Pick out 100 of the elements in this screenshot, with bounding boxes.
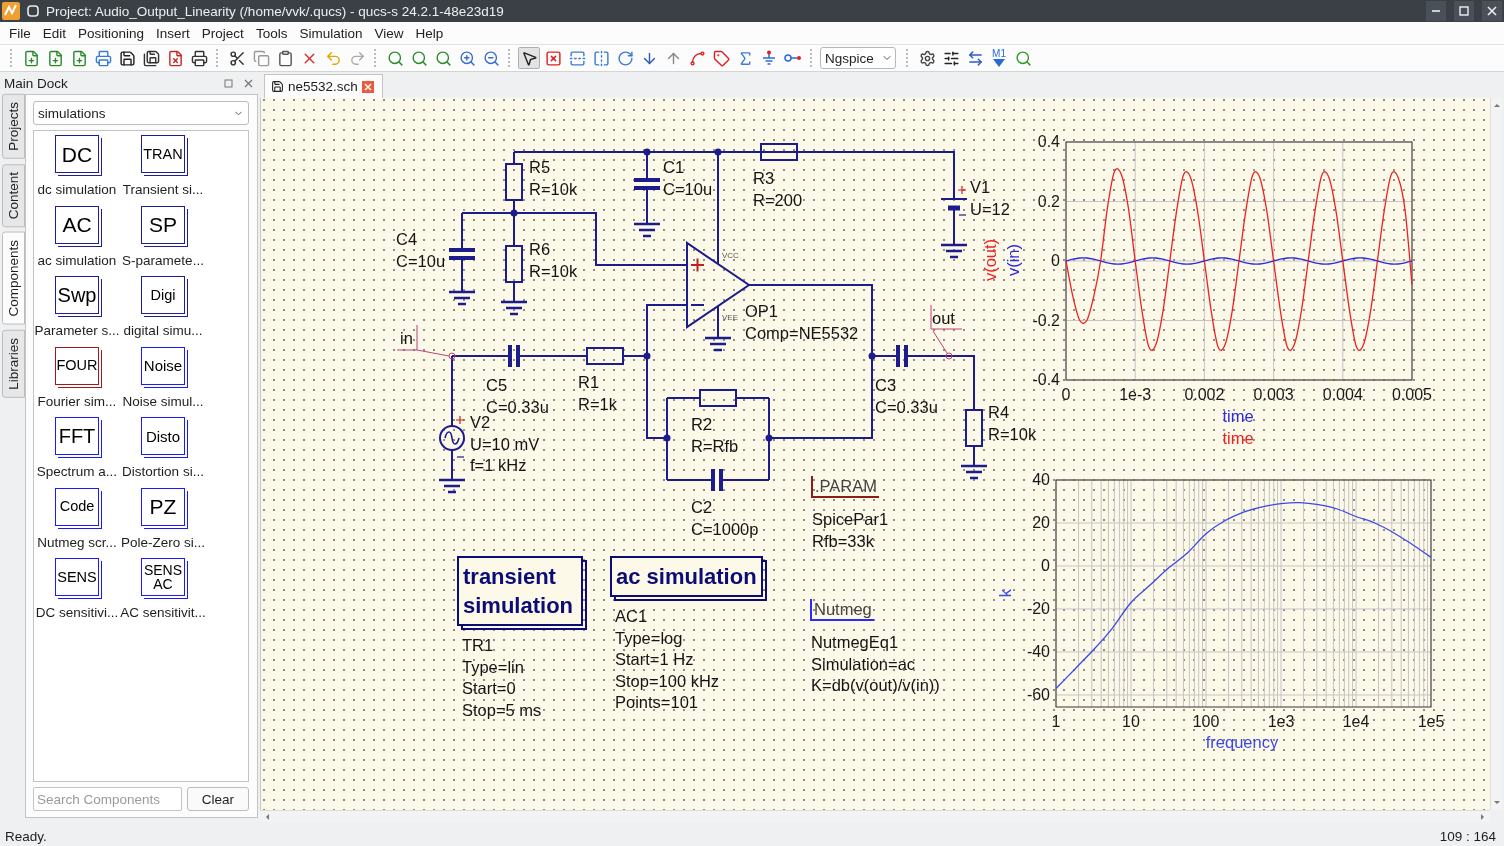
component-icon[interactable]: TRAN <box>141 135 185 173</box>
component-name: R3 <box>753 168 776 189</box>
axis-tick-label: -40 <box>1026 642 1050 660</box>
clear-button[interactable]: Clear <box>187 787 249 811</box>
pointer-button[interactable] <box>518 47 540 69</box>
component-value: U=10 mV <box>470 433 540 455</box>
simulation-parameter: Points=101 <box>615 692 700 713</box>
flip-horizontal-icon <box>592 49 610 67</box>
horizontal-scrollbar[interactable] <box>260 810 1490 822</box>
menu-item[interactable]: Project <box>195 25 250 41</box>
component-caption: Nutmeg scr... <box>37 534 117 550</box>
series-name: k <box>996 588 1014 598</box>
component-value: C=0.33u <box>486 396 549 416</box>
marker-button[interactable]: M1 <box>988 47 1010 69</box>
component-caption: Fourier sim... <box>37 393 117 409</box>
menu-item[interactable]: View <box>368 25 410 41</box>
directive-title: .PARAM <box>811 476 880 498</box>
component-icon[interactable]: SENS <box>55 558 99 596</box>
component-caption: Spectrum a... <box>36 464 118 479</box>
printer-icon <box>94 49 112 67</box>
simulation-parameter: AC1 <box>615 606 649 627</box>
printer-icon <box>190 49 208 67</box>
wire-icon <box>688 49 706 67</box>
simulation-parameter: Type=log <box>615 627 684 649</box>
schematic-canvas[interactable] <box>260 98 1490 810</box>
axis-tick-label: 0.4 <box>1037 133 1060 150</box>
component-name: R2 <box>691 414 714 435</box>
menu-item[interactable]: Edit <box>36 25 73 41</box>
component-name: C3 <box>875 375 898 396</box>
menu-item[interactable]: Help <box>409 25 450 41</box>
menu-item[interactable]: File <box>3 25 37 41</box>
axis-tick-label: 10 <box>1122 713 1140 730</box>
component-icon[interactable]: PZ <box>141 487 185 526</box>
close-button[interactable] <box>1482 1 1502 21</box>
menu-item[interactable]: Positioning <box>72 25 151 41</box>
axis-label: time <box>1222 407 1254 425</box>
maximize-icon <box>1459 6 1469 16</box>
menu-item[interactable]: Insert <box>150 25 196 41</box>
pin-icon[interactable] <box>26 4 40 18</box>
copy-icon <box>252 49 270 67</box>
component-icon[interactable]: Noise <box>141 346 185 385</box>
tag-icon <box>712 49 730 67</box>
component-icon[interactable]: AC <box>55 205 99 244</box>
dock-tab[interactable]: Content <box>2 163 25 228</box>
component-icon[interactable]: Digi <box>141 276 185 314</box>
component-name: C5 <box>486 375 509 396</box>
component-value: R=Rfb <box>691 435 739 457</box>
component-caption: Transient si... <box>122 182 204 197</box>
close-tab-button[interactable] <box>361 80 374 93</box>
component-caption: Distortion si... <box>122 464 204 479</box>
component-value: C=1000p <box>691 518 759 540</box>
series-name: v(in) <box>1004 243 1022 277</box>
close-button[interactable] <box>242 77 254 89</box>
minimize-button[interactable] <box>1426 1 1446 21</box>
save-all-icon <box>142 49 160 67</box>
component-icon[interactable]: Swp <box>55 276 99 314</box>
clipboard-icon <box>276 49 294 67</box>
component-icon[interactable]: DC <box>55 135 99 173</box>
dock-tab[interactable]: Components <box>2 232 25 325</box>
component-name: C2 <box>691 497 714 518</box>
directive-line: NutmegEq1 <box>811 632 900 653</box>
directive-line: Rfb=33k <box>812 530 875 552</box>
component-icon[interactable]: FOUR <box>55 346 99 385</box>
component-icon[interactable]: Code <box>55 487 99 526</box>
axis-tick-label: 0.002 <box>1184 386 1225 403</box>
cursor-position: 109 : 164 <box>1439 828 1496 844</box>
component-name: R4 <box>988 402 1011 423</box>
axis-tick-label: 1e5 <box>1417 713 1445 730</box>
component-caption: digital simu... <box>123 323 203 338</box>
dock-tab[interactable]: Projects <box>2 94 25 159</box>
menu-item[interactable]: Tools <box>249 25 294 41</box>
component-icon[interactable]: FFT <box>55 417 99 455</box>
net-label: in <box>400 328 413 348</box>
directive-line: K=db(v(out)/v(in)) <box>811 675 940 696</box>
dock-tab[interactable]: Libraries <box>2 329 25 398</box>
float-button[interactable] <box>222 77 234 89</box>
component-name: V2 <box>470 413 492 433</box>
document-tab[interactable]: ne5532.sch <box>264 74 383 98</box>
window-title: Project: Audio_Output_Linearity (/home/vvk/.qucs) - qucs-s 24.2.1-48e23d19 <box>46 3 505 19</box>
component-icon[interactable]: SP <box>141 205 185 244</box>
dock-title: Main Dock <box>4 75 69 91</box>
axis-tick-label: 0.003 <box>1253 386 1294 403</box>
status-message: Ready. <box>5 828 47 844</box>
component-icon[interactable]: SENS AC <box>141 558 185 596</box>
vertical-scrollbar[interactable] <box>1490 98 1502 810</box>
component-caption: AC sensitivit... <box>120 605 206 620</box>
category-dropdown[interactable]: simulations <box>33 101 249 125</box>
axis-tick-label: -0.4 <box>1032 371 1060 388</box>
ground-icon <box>761 50 777 66</box>
component-icon[interactable]: Disto <box>141 417 185 455</box>
settings-icon <box>918 49 936 67</box>
square-x-icon <box>544 49 562 67</box>
simulator-dropdown[interactable]: Ngspice <box>820 47 896 69</box>
axis-tick-label: 0.005 <box>1392 386 1432 403</box>
component-value: f=1 kHz <box>470 455 528 476</box>
component-name: C4 <box>396 229 419 250</box>
maximize-button[interactable] <box>1454 1 1474 21</box>
menu-item[interactable]: Simulation <box>293 25 369 41</box>
axis-tick-label: 0 <box>1051 252 1060 269</box>
search-field[interactable]: Search Components <box>33 787 182 811</box>
